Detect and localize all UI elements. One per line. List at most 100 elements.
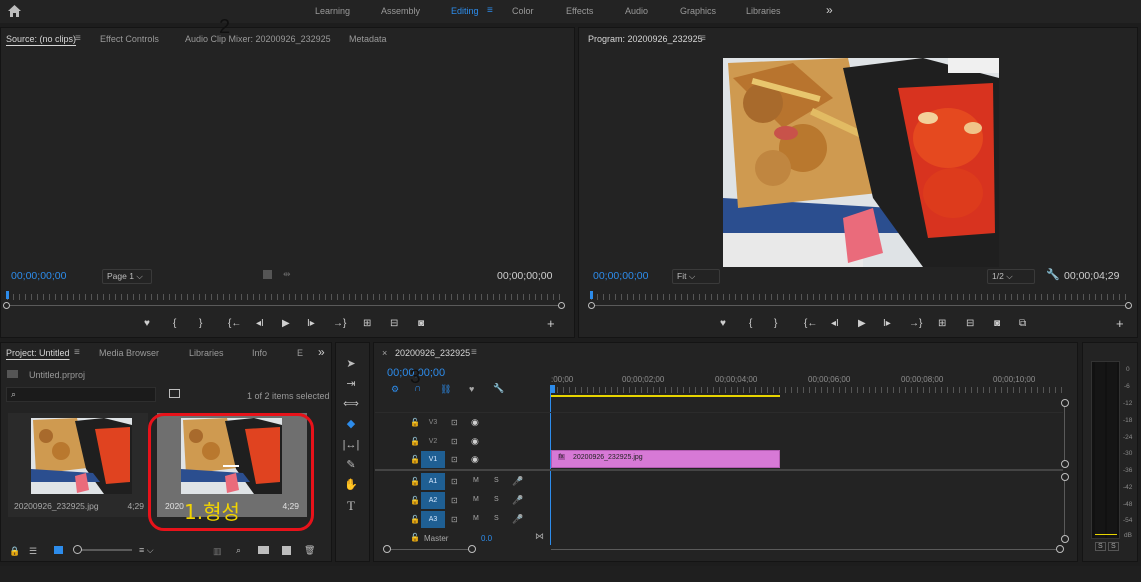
add-marker-icon[interactable]: ♥ [144, 318, 150, 329]
linked-selection-icon[interactable]: ⛓ [440, 384, 451, 395]
sort-icons-icon[interactable]: ≡ ⌵ [139, 545, 154, 556]
source-safe-margins-icon[interactable] [263, 270, 272, 279]
program-step-back-icon[interactable]: ◂I [831, 318, 839, 329]
voice-over-mic-icon[interactable]: 🎤 [512, 514, 523, 525]
razor-tool-icon[interactable]: ◆ [342, 416, 360, 432]
tab-e[interactable]: E [297, 348, 303, 358]
tab-effect-controls[interactable]: Effect Controls [100, 34, 159, 44]
voice-over-mic-icon[interactable]: 🎤 [512, 495, 523, 506]
track-label-a1[interactable]: A1 [421, 473, 445, 490]
program-scroll-handle-right[interactable] [1125, 302, 1132, 309]
program-playhead[interactable] [590, 291, 593, 299]
automate-to-sequence-icon[interactable]: ▥ [213, 546, 222, 557]
track-label-v1[interactable]: V1 [421, 451, 445, 468]
program-fit-dropdown[interactable]: Fit ⌵ [672, 269, 720, 284]
type-tool-icon[interactable]: T [342, 498, 360, 514]
solo-left-button[interactable]: S [1095, 542, 1106, 551]
export-frame-icon[interactable]: ◙ [418, 318, 424, 329]
slider-handle[interactable] [383, 545, 391, 553]
track-select-tool-icon[interactable]: ⇥ [342, 376, 360, 392]
workspace-tab-graphics[interactable]: Graphics [680, 6, 716, 16]
program-scroll-handle-left[interactable] [588, 302, 595, 309]
master-volume-value[interactable]: 0.0 [481, 534, 492, 543]
program-resolution-dropdown[interactable]: 1/2 ⌵ [987, 269, 1035, 284]
lock-track-icon[interactable]: 🔓 [410, 533, 420, 542]
mark-in-icon[interactable]: { [173, 318, 176, 329]
mute-button[interactable]: M [473, 477, 479, 484]
panel-overflow-icon[interactable]: » [318, 345, 325, 359]
find-icon[interactable]: ⌕ [236, 545, 241, 556]
program-menu-icon[interactable]: ≡ [700, 33, 706, 44]
mark-out-icon[interactable]: } [199, 318, 202, 329]
home-icon[interactable] [8, 5, 21, 17]
tab-media-browser[interactable]: Media Browser [99, 348, 159, 358]
slip-tool-icon[interactable]: |↔| [342, 437, 360, 453]
slider-handle[interactable] [1061, 473, 1069, 481]
source-scroll-handle-left[interactable] [3, 302, 10, 309]
toggle-output-eye-icon[interactable]: ◉ [471, 436, 479, 447]
comparison-view-icon[interactable]: ⧉ [1019, 318, 1026, 329]
audio-tracks-scrollbar[interactable] [1064, 477, 1065, 539]
source-scroll-track[interactable] [6, 305, 564, 306]
tab-metadata[interactable]: Metadata [349, 34, 387, 44]
program-add-marker-icon[interactable]: ♥ [720, 318, 726, 329]
panel-menu-icon[interactable]: ≡ [75, 33, 81, 44]
solo-button[interactable]: S [494, 496, 499, 503]
source-settings-icon[interactable]: ⇹ [283, 269, 291, 280]
program-time-ruler[interactable] [591, 294, 1131, 300]
timeline-add-marker-icon[interactable]: ♥ [469, 384, 474, 394]
lock-track-icon[interactable]: 🔓 [410, 455, 420, 464]
workspace-tab-editing[interactable]: Editing [451, 6, 479, 16]
slider-handle[interactable] [468, 545, 476, 553]
toggle-output-eye-icon[interactable]: ◉ [471, 454, 479, 465]
slider-handle[interactable] [1061, 460, 1069, 468]
program-step-forward-icon[interactable]: I▸ [883, 318, 891, 329]
program-export-frame-icon[interactable]: ◙ [994, 318, 1000, 329]
sync-lock-icon[interactable]: ⊡ [451, 418, 458, 427]
track-label-a2[interactable]: A2 [421, 492, 445, 509]
icon-view-icon[interactable] [54, 546, 63, 554]
step-back-icon[interactable]: ◂I [256, 318, 264, 329]
program-scroll-track[interactable] [591, 305, 1131, 306]
new-search-bin-icon[interactable] [169, 389, 180, 398]
tab-sequence[interactable]: 20200926_232925 [395, 348, 470, 358]
hamburger-menu-icon[interactable]: ≡ [487, 5, 493, 16]
slider-handle[interactable] [1056, 545, 1064, 553]
ripple-edit-tool-icon[interactable]: ⟺ [342, 396, 360, 412]
sequence-menu-icon[interactable]: ≡ [471, 347, 477, 358]
list-view-icon[interactable]: ☰ [29, 546, 37, 557]
lock-track-icon[interactable]: 🔓 [410, 496, 420, 505]
slider-handle[interactable] [1061, 535, 1069, 543]
trash-icon[interactable]: 🗑 [304, 545, 315, 556]
tab-libraries[interactable]: Libraries [189, 348, 224, 358]
timeline-clip[interactable]: fx 20200926_232925.jpg [551, 450, 780, 468]
sync-lock-icon[interactable]: ⊡ [451, 477, 458, 486]
hand-tool-icon[interactable]: ✋ [342, 477, 360, 493]
new-item-icon[interactable] [282, 546, 291, 555]
project-menu-icon[interactable]: ≡ [74, 347, 80, 358]
extract-icon[interactable]: ⊟ [966, 318, 974, 329]
lock-track-icon[interactable]: 🔓 [410, 437, 420, 446]
sync-lock-icon[interactable]: ⊡ [451, 437, 458, 446]
program-mark-out-icon[interactable]: } [774, 318, 777, 329]
mute-button[interactable]: M [473, 496, 479, 503]
project-item-1[interactable]: 20200926_232925.jpg 4;29 [8, 413, 148, 517]
lock-icon[interactable]: 🔒 [9, 546, 20, 557]
program-playhead-timecode[interactable]: 00;00;00;00 [593, 270, 648, 282]
lock-track-icon[interactable]: 🔓 [410, 418, 420, 427]
toggle-output-eye-icon[interactable]: ◉ [471, 417, 479, 428]
tab-project[interactable]: Project: Untitled [6, 348, 70, 358]
solo-right-button[interactable]: S [1108, 542, 1119, 551]
sync-lock-icon[interactable]: ⊡ [451, 515, 458, 524]
zoom-slider-handle[interactable] [73, 545, 82, 554]
source-scroll-handle-right[interactable] [558, 302, 565, 309]
program-go-to-in-icon[interactable]: {← [804, 318, 817, 329]
source-page-dropdown[interactable]: Page 1 ⌵ [102, 269, 152, 284]
tab-info[interactable]: Info [252, 348, 267, 358]
track-height-slider[interactable] [386, 549, 472, 550]
solo-button[interactable]: S [494, 477, 499, 484]
wrench-icon[interactable]: 🔧 [1046, 268, 1060, 281]
selection-tool-icon[interactable]: ➤ [342, 356, 360, 372]
timeline-time-ruler[interactable] [551, 387, 1063, 393]
video-tracks-scrollbar[interactable] [1064, 403, 1065, 467]
